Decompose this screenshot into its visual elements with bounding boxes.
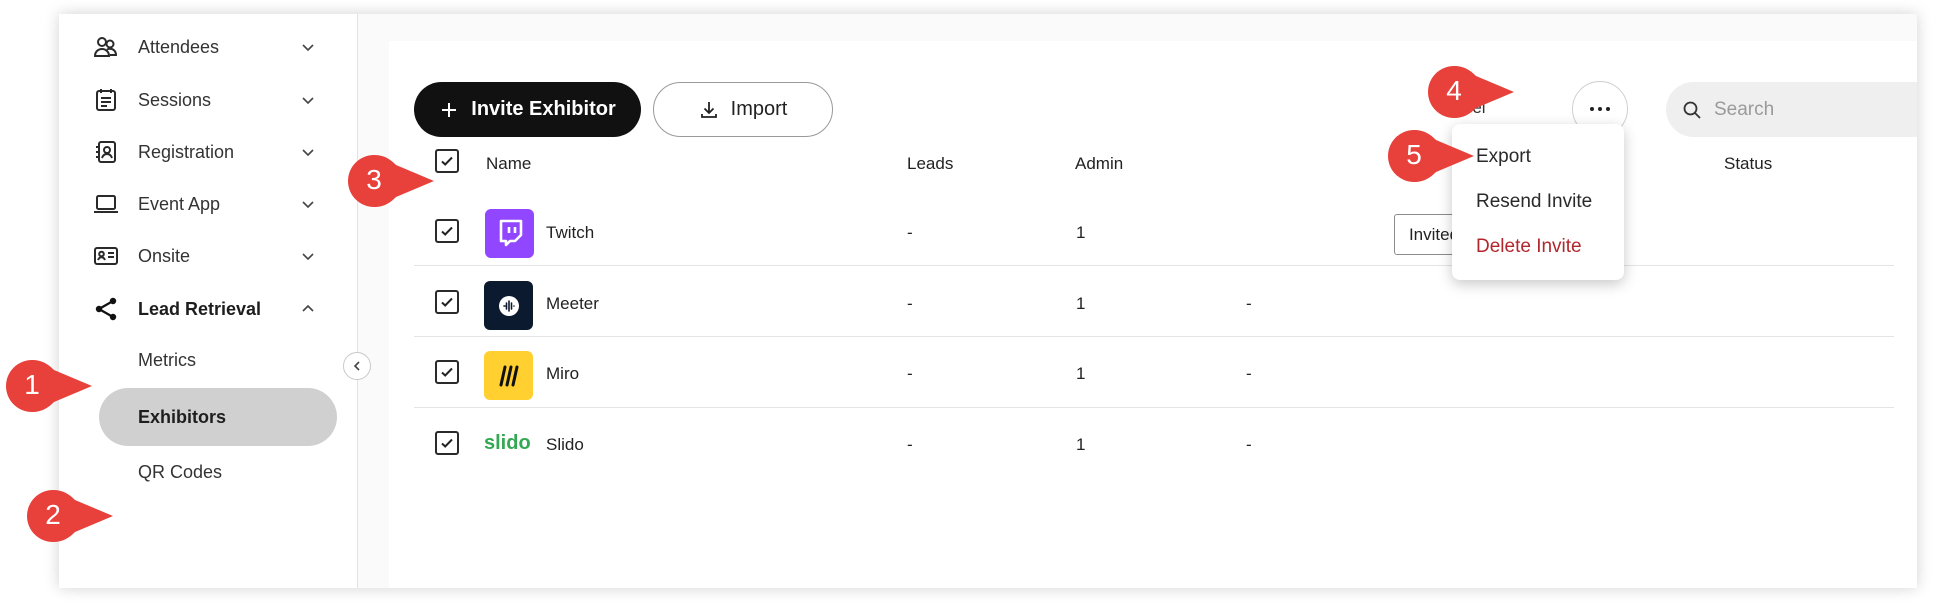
invite-exhibitor-label: Invite Exhibitor bbox=[471, 98, 616, 120]
exhibitor-name: Slido bbox=[546, 435, 584, 454]
callout-number: 1 bbox=[24, 369, 40, 400]
sidebar-item-event-app[interactable]: Event App bbox=[59, 179, 358, 229]
chevron-down-icon bbox=[302, 253, 314, 261]
sidebar-item-onsite[interactable]: Onsite bbox=[59, 231, 358, 281]
check-icon bbox=[441, 367, 453, 377]
registration-icon bbox=[93, 139, 119, 165]
search-box[interactable] bbox=[1666, 82, 1917, 137]
row-divider bbox=[414, 407, 1894, 408]
sidebar-subitem-metrics[interactable]: Metrics bbox=[99, 331, 337, 389]
sidebar-subitem-exhibitors[interactable]: Exhibitors bbox=[99, 388, 337, 446]
row-checkbox[interactable] bbox=[435, 219, 459, 243]
sidebar-item-label: Event App bbox=[138, 193, 221, 214]
check-icon bbox=[441, 438, 453, 448]
leads-value: - bbox=[907, 223, 913, 242]
admin-value: 1 bbox=[1076, 294, 1086, 313]
callout-marker-1: 1 bbox=[4, 358, 104, 419]
more-horizontal-icon bbox=[1590, 107, 1610, 111]
column4-value: - bbox=[1246, 294, 1252, 313]
callout-number: 3 bbox=[366, 164, 382, 195]
column4-value: - bbox=[1246, 364, 1252, 383]
sidebar-item-label: Lead Retrieval bbox=[138, 298, 262, 319]
exhibitor-name: Miro bbox=[546, 364, 580, 383]
slido-logo-icon: slido bbox=[484, 432, 531, 454]
menu-item-resend-invite[interactable]: Resend Invite bbox=[1476, 191, 1592, 213]
sidebar-subitem-label: Metrics bbox=[138, 349, 196, 370]
chevron-up-icon bbox=[302, 304, 314, 312]
row-checkbox[interactable] bbox=[435, 431, 459, 455]
check-icon bbox=[441, 226, 453, 236]
column4-value: - bbox=[1246, 435, 1252, 454]
chevron-down-icon bbox=[302, 201, 314, 209]
import-button[interactable]: Import bbox=[653, 82, 833, 137]
sidebar-item-lead-retrieval[interactable]: Lead Retrieval bbox=[59, 284, 358, 334]
invite-exhibitor-button[interactable]: Invite Exhibitor bbox=[414, 82, 641, 137]
row-checkbox[interactable] bbox=[435, 290, 459, 314]
attendees-icon bbox=[93, 34, 119, 60]
sidebar-item-label: Sessions bbox=[138, 89, 212, 110]
sidebar-item-label: Registration bbox=[138, 141, 235, 162]
row-divider bbox=[414, 336, 1894, 337]
sidebar-item-registration[interactable]: Registration bbox=[59, 127, 358, 177]
chevron-down-icon bbox=[302, 97, 314, 105]
sidebar-item-label: Onsite bbox=[138, 245, 191, 266]
menu-item-delete-invite[interactable]: Delete Invite bbox=[1476, 236, 1582, 258]
callout-marker-5: 5 bbox=[1386, 128, 1486, 189]
sidebar-subitem-qr-codes[interactable]: QR Codes bbox=[99, 443, 337, 501]
callout-marker-3: 3 bbox=[346, 153, 446, 214]
import-label: Import bbox=[730, 98, 788, 120]
sidebar-item-label: Attendees bbox=[138, 36, 220, 57]
sidebar-item-attendees[interactable]: Attendees bbox=[59, 22, 358, 72]
share-icon bbox=[93, 296, 119, 322]
callout-number: 2 bbox=[45, 499, 61, 530]
callout-number: 5 bbox=[1406, 139, 1422, 170]
check-icon bbox=[441, 297, 453, 307]
sidebar-subitem-label: QR Codes bbox=[138, 461, 223, 482]
chevron-down-icon bbox=[302, 149, 314, 157]
app-frame: Attendees Sessions Registration Event Ap… bbox=[59, 14, 1917, 588]
chevron-down-icon bbox=[302, 44, 314, 52]
sidebar-subitem-label: Exhibitors bbox=[138, 406, 227, 427]
twitch-logo-icon bbox=[485, 209, 534, 258]
row-divider bbox=[414, 265, 1894, 266]
meeter-logo-icon bbox=[484, 281, 533, 330]
callout-marker-2: 2 bbox=[25, 488, 125, 549]
search-input[interactable] bbox=[1714, 98, 1917, 121]
column-header-status: Status bbox=[1724, 154, 1773, 173]
chevron-left-icon bbox=[353, 361, 360, 371]
admin-value: 1 bbox=[1076, 364, 1086, 383]
miro-logo-icon bbox=[484, 351, 533, 400]
badge-card-icon bbox=[93, 243, 119, 269]
row-checkbox[interactable] bbox=[435, 360, 459, 384]
download-icon bbox=[700, 101, 717, 118]
laptop-icon bbox=[93, 191, 119, 217]
column-header-name: Name bbox=[486, 154, 532, 173]
plus-icon bbox=[442, 102, 457, 117]
leads-value: - bbox=[907, 364, 913, 383]
column-header-admin: Admin bbox=[1075, 154, 1124, 173]
leads-value: - bbox=[907, 294, 913, 313]
sessions-icon bbox=[93, 87, 119, 113]
leads-value: - bbox=[907, 435, 913, 454]
collapse-sidebar-button[interactable] bbox=[343, 352, 371, 380]
admin-value: 1 bbox=[1076, 435, 1086, 454]
main-panel: Invite Exhibitor Import Sel Name Leads A… bbox=[389, 41, 1917, 588]
search-icon bbox=[1683, 101, 1701, 119]
sidebar-item-sessions[interactable]: Sessions bbox=[59, 75, 358, 125]
admin-value: 1 bbox=[1076, 223, 1086, 242]
exhibitor-name: Twitch bbox=[546, 223, 595, 242]
exhibitor-name: Meeter bbox=[546, 294, 599, 313]
column-header-leads: Leads bbox=[907, 154, 954, 173]
callout-number: 4 bbox=[1446, 75, 1462, 106]
callout-marker-4: 4 bbox=[1426, 64, 1526, 125]
